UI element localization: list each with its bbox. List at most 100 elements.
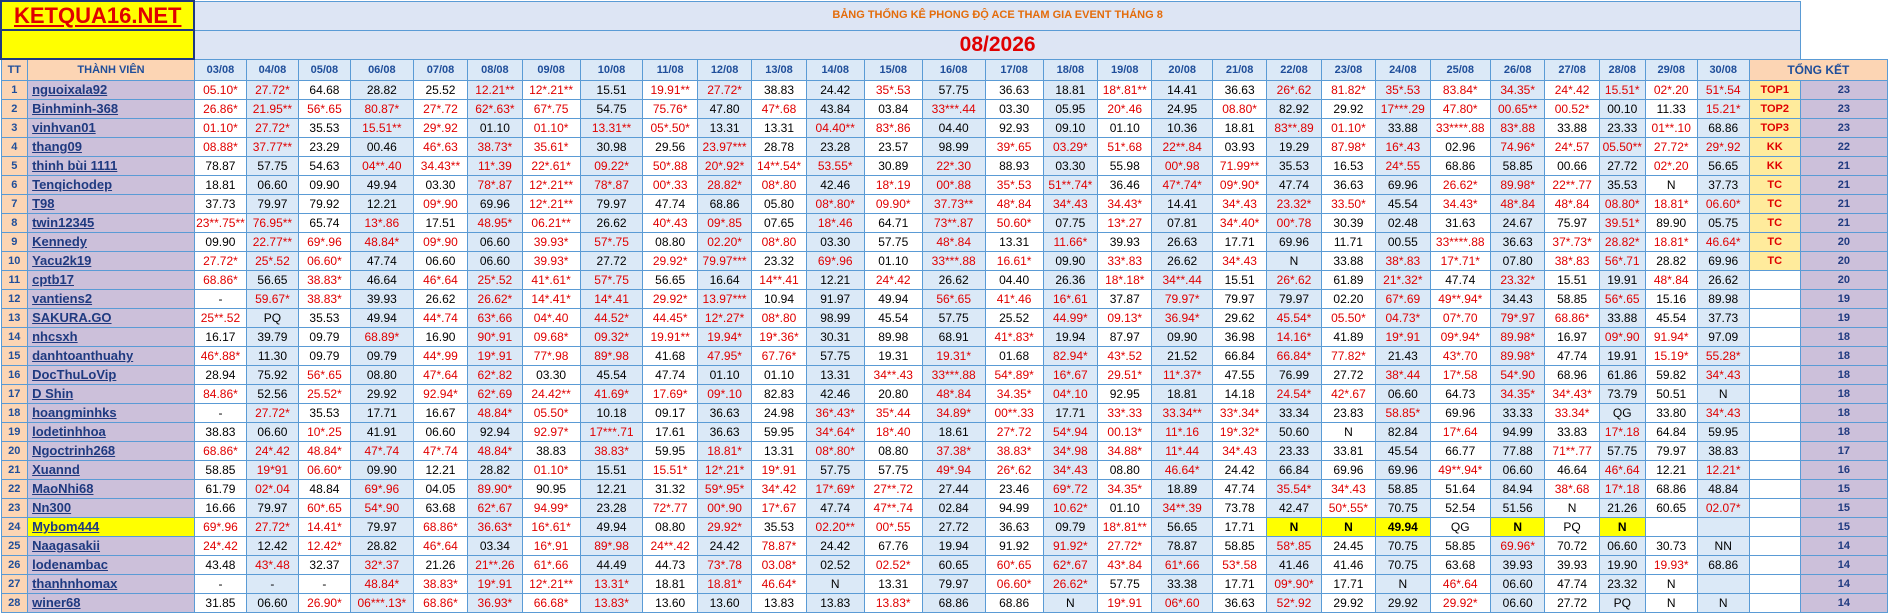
result-cell: 09.68* <box>521 327 581 347</box>
member-name-link[interactable]: nguoixala92 <box>27 80 195 100</box>
member-name-link[interactable]: T98 <box>27 194 195 214</box>
result-cell: 79.97*** <box>696 251 753 271</box>
result-cell: 38*.83 <box>1544 251 1600 271</box>
result-cell: 43.84 <box>805 99 865 119</box>
member-name-link[interactable]: SAKURA.GO <box>27 308 195 328</box>
member-name-link[interactable]: lodenambac <box>27 555 195 575</box>
result-cell: 09*.10 <box>696 384 753 404</box>
member-name-link[interactable]: nhcsxh <box>27 327 195 347</box>
result-cell: 16*.67 <box>1042 365 1099 385</box>
result-cell: 47*.68 <box>751 99 807 119</box>
result-cell: 33.83 <box>1544 422 1600 442</box>
result-cell: 04*.40 <box>521 308 581 328</box>
result-cell: 75.76* <box>642 99 698 119</box>
result-cell: 41.68 <box>642 346 698 366</box>
member-name-link[interactable]: Tenqichodep <box>27 175 195 195</box>
result-cell: 33***.88 <box>921 251 986 271</box>
result-cell: 34.43* <box>1429 194 1491 214</box>
result-cell: 24*.55 <box>1375 156 1431 176</box>
result-cell: N <box>1644 175 1698 195</box>
col-header-date: 08/08 <box>467 58 523 81</box>
member-name-link[interactable]: Kennedy <box>27 232 195 252</box>
result-cell: 14**.54* <box>751 156 807 176</box>
result-cell: 28.82 <box>349 80 414 100</box>
result-cell: 41.46 <box>1320 555 1377 575</box>
result-cell: 66.84 <box>1266 460 1322 480</box>
col-header-date: 29/08 <box>1644 58 1698 81</box>
result-cell: 35*.53 <box>984 175 1044 195</box>
result-cell <box>1696 574 1750 594</box>
result-cell: 35.53 <box>297 118 351 138</box>
member-name-link[interactable]: twin12345 <box>27 213 195 233</box>
member-name-link[interactable]: D Shin <box>27 384 195 404</box>
member-name-link[interactable]: MaoNhi68 <box>27 479 195 499</box>
result-cell: 69*.72 <box>1042 479 1099 499</box>
result-cell: 09.79 <box>297 327 351 347</box>
result-cell: 47.74 <box>1544 574 1600 594</box>
result-cell: 38.83* <box>297 270 351 290</box>
result-cell: 27.72 <box>1544 593 1600 613</box>
result-cell: 13*.86 <box>349 213 414 233</box>
table-row: 17 D Shin 84.86* 52.56 25.52* 29.92 92.94* 62*.… <box>0 384 1888 404</box>
member-name-link[interactable]: thanhnhomax <box>27 574 195 594</box>
total-count: 14 <box>1799 536 1888 556</box>
result-cell: 12.21 <box>349 194 414 214</box>
member-name-link[interactable]: Binhminh-368 <box>27 99 195 119</box>
col-header-date: 23/08 <box>1320 58 1377 81</box>
result-cell: 00*.55 <box>863 517 923 537</box>
row-number: 7 <box>0 194 29 214</box>
result-cell: 87.97 <box>1097 327 1153 347</box>
result-cell: 02.84 <box>921 498 986 518</box>
member-name-link[interactable]: winer68 <box>27 593 195 613</box>
result-cell: 09.79 <box>349 346 414 366</box>
result-cell: 55.28* <box>1696 346 1750 366</box>
col-header-date: 10/08 <box>579 58 644 81</box>
result-cell: 98.99 <box>921 137 986 157</box>
member-name-link[interactable]: vantiens2 <box>27 289 195 309</box>
row-number: 27 <box>0 574 29 594</box>
result-cell: 22.77** <box>245 232 299 252</box>
member-name-link[interactable]: Naagasakii <box>27 536 195 556</box>
col-header-date: 24/08 <box>1375 58 1431 81</box>
result-cell: 71.99** <box>1211 156 1268 176</box>
member-name-link[interactable]: DocThuLoVip <box>27 365 195 385</box>
result-cell: 64.68 <box>297 80 351 100</box>
result-cell: 14*.41* <box>521 289 581 309</box>
member-name-link[interactable]: Yacu2k19 <box>27 251 195 271</box>
result-cell: 50*.55* <box>1320 498 1377 518</box>
result-cell: 47.55 <box>1211 365 1268 385</box>
result-cell: 13.31 <box>805 365 865 385</box>
result-cell: 68.86 <box>1696 118 1750 138</box>
result-cell: N <box>1266 517 1322 537</box>
result-cell: 20*.46 <box>1097 99 1153 119</box>
member-name-link[interactable]: cptb17 <box>27 270 195 290</box>
member-name-link[interactable]: hoangminhks <box>27 403 195 423</box>
result-cell: 75.97 <box>1544 213 1600 233</box>
member-name-link[interactable]: Mybom444 <box>27 517 195 537</box>
result-cell: 09*.85 <box>696 213 753 233</box>
site-logo[interactable]: KETQUA16.NET <box>0 0 196 31</box>
row-number: 11 <box>0 270 29 290</box>
member-name-link[interactable]: Ngoctrinh268 <box>27 441 195 461</box>
rank-badge <box>1748 384 1801 404</box>
member-name-link[interactable]: Nn300 <box>27 498 195 518</box>
member-name-link[interactable]: thinh bùi 1111 <box>27 156 195 176</box>
result-cell: 17.71 <box>1211 574 1268 594</box>
result-cell: NN <box>1696 536 1750 556</box>
result-cell: 34*.43 <box>1042 194 1099 214</box>
result-cell: 19*.36* <box>751 327 807 347</box>
result-cell: 54*.94 <box>1042 422 1099 442</box>
result-cell: 73*.78 <box>696 555 753 575</box>
member-name-link[interactable]: lodetinhhoa <box>27 422 195 442</box>
result-cell: 27.72* <box>696 80 753 100</box>
result-cell: 38.83 <box>193 422 247 442</box>
result-cell: 69*.96 <box>349 479 414 499</box>
member-name-link[interactable]: thang09 <box>27 137 195 157</box>
member-name-link[interactable]: danhtoanthuahy <box>27 346 195 366</box>
member-name-link[interactable]: vinhvan01 <box>27 118 195 138</box>
result-cell: 46*.64 <box>1429 574 1491 594</box>
member-name-link[interactable]: Xuannd <box>27 460 195 480</box>
table-row: 26 lodenambac 43.48 43*.48 32.37 32*.37 21.26 2… <box>0 555 1888 575</box>
result-cell: 69*.96 <box>297 232 351 252</box>
result-cell: 12.21* <box>1696 460 1750 480</box>
